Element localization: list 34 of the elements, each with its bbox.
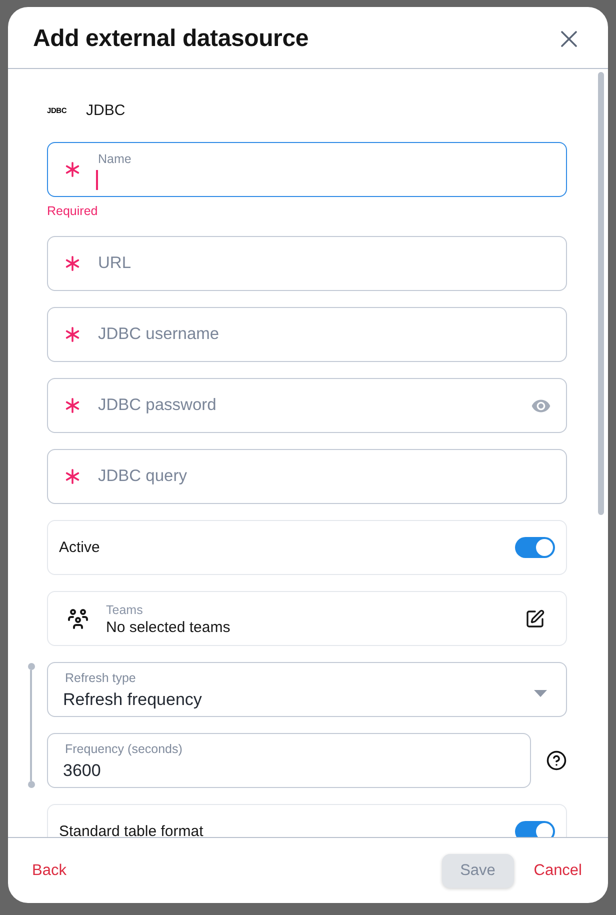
- toggle-switch[interactable]: [515, 537, 555, 558]
- field-label: Name: [98, 152, 132, 167]
- back-button[interactable]: Back: [32, 862, 66, 880]
- field-value: 3600: [63, 760, 101, 781]
- setting-label: Active: [59, 539, 100, 556]
- field-label: URL: [98, 254, 132, 273]
- password-field[interactable]: JDBC password: [47, 378, 567, 433]
- scrollbar-thumb[interactable]: [598, 72, 604, 515]
- input-field[interactable]: Name: [47, 142, 567, 197]
- setting-label: Standard table format: [59, 823, 204, 837]
- field-label: Refresh type: [64, 671, 136, 686]
- field-label: JDBC query: [98, 467, 187, 486]
- edit-icon[interactable]: [525, 608, 545, 628]
- input-field[interactable]: JDBC query: [47, 449, 567, 504]
- input-field[interactable]: URL: [47, 236, 567, 291]
- dialog-title: Add external datasource: [33, 25, 308, 53]
- field-label: JDBC username: [98, 325, 220, 344]
- input-field[interactable]: JDBC username: [47, 307, 567, 362]
- error-message: Required: [47, 203, 98, 220]
- toggle-switch[interactable]: [515, 821, 555, 837]
- text-cursor-icon: [96, 170, 98, 190]
- close-icon[interactable]: [561, 31, 577, 47]
- source-name: JDBC: [86, 102, 126, 118]
- field-label: Frequency (seconds): [64, 742, 182, 757]
- caret-icon: [534, 690, 547, 697]
- teams-label: Teams: [106, 602, 143, 618]
- help-icon[interactable]: [546, 750, 567, 771]
- input-field[interactable]: Frequency (seconds) 3600: [47, 733, 531, 788]
- users-icon: [66, 606, 90, 630]
- cancel-button[interactable]: Cancel: [534, 862, 582, 880]
- select-field[interactable]: Refresh type Refresh frequency: [47, 662, 567, 717]
- teams-value: No selected teams: [106, 618, 230, 636]
- field-value: Refresh frequency: [63, 689, 202, 710]
- field-label: JDBC password: [98, 396, 216, 415]
